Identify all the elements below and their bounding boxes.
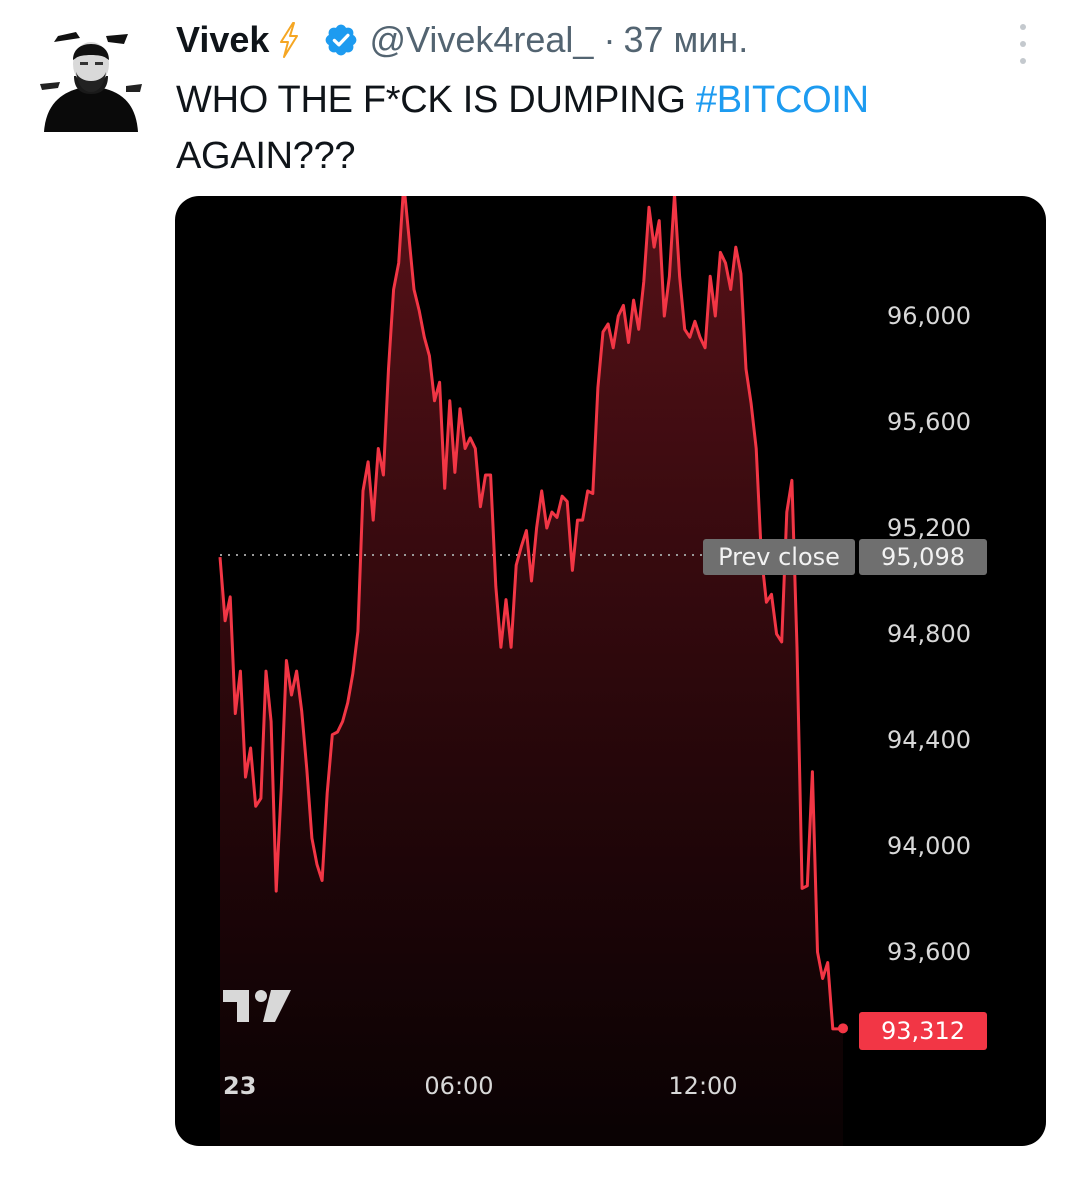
last-price-badge: 93,312 [859, 1012, 987, 1050]
tweet-media-chart[interactable]: 96,000 95,600 95,200 94,800 94,400 94,000 93,6… [175, 196, 1046, 1146]
tweet-text-prefix: WHO THE F*CK IS DUMPING [176, 79, 696, 121]
last-price-value: 93,312 [881, 1017, 965, 1045]
tweet-timestamp[interactable]: 37 мин. [623, 19, 748, 61]
separator-dot: · [603, 19, 616, 60]
price-tick: 94,800 [887, 620, 971, 648]
author-name[interactable]: Vivek [176, 19, 269, 61]
prev-close-label: Prev close [718, 543, 840, 571]
time-tick-0: 23 [223, 1072, 256, 1100]
tweet-text: WHO THE F*CK IS DUMPING #BITCOIN AGAIN??? [176, 72, 996, 184]
author-handle[interactable]: @Vivek4real_ [369, 19, 593, 61]
price-tick: 94,400 [887, 726, 971, 754]
prev-close-badge: Prev close 95,098 [703, 539, 987, 575]
price-chart: 96,000 95,600 95,200 94,800 94,400 94,000 93,6… [218, 196, 987, 1146]
lightning-bolt-icon [277, 22, 301, 58]
tweet-header: Vivek @Vivek4real_ · 37 мин. [176, 18, 748, 62]
hashtag-link[interactable]: #BITCOIN [696, 79, 869, 121]
verified-badge-icon[interactable] [323, 22, 359, 58]
price-axis: 96,000 95,600 95,200 94,800 94,400 94,000 93,6… [887, 302, 971, 966]
avatar[interactable] [40, 22, 142, 134]
price-tick: 96,000 [887, 302, 971, 330]
price-tick: 95,600 [887, 408, 971, 436]
time-tick-2: 12:00 [668, 1072, 737, 1100]
price-tick: 93,600 [887, 938, 971, 966]
price-tick: 95,200 [887, 514, 971, 542]
price-area-fill [220, 196, 843, 1146]
more-options-icon[interactable] [1012, 24, 1034, 64]
last-price-dot [838, 1023, 848, 1034]
tweet-text-suffix: AGAIN??? [176, 135, 356, 177]
time-tick-1: 06:00 [424, 1072, 493, 1100]
prev-close-value: 95,098 [881, 543, 965, 571]
price-tick: 94,000 [887, 832, 971, 860]
